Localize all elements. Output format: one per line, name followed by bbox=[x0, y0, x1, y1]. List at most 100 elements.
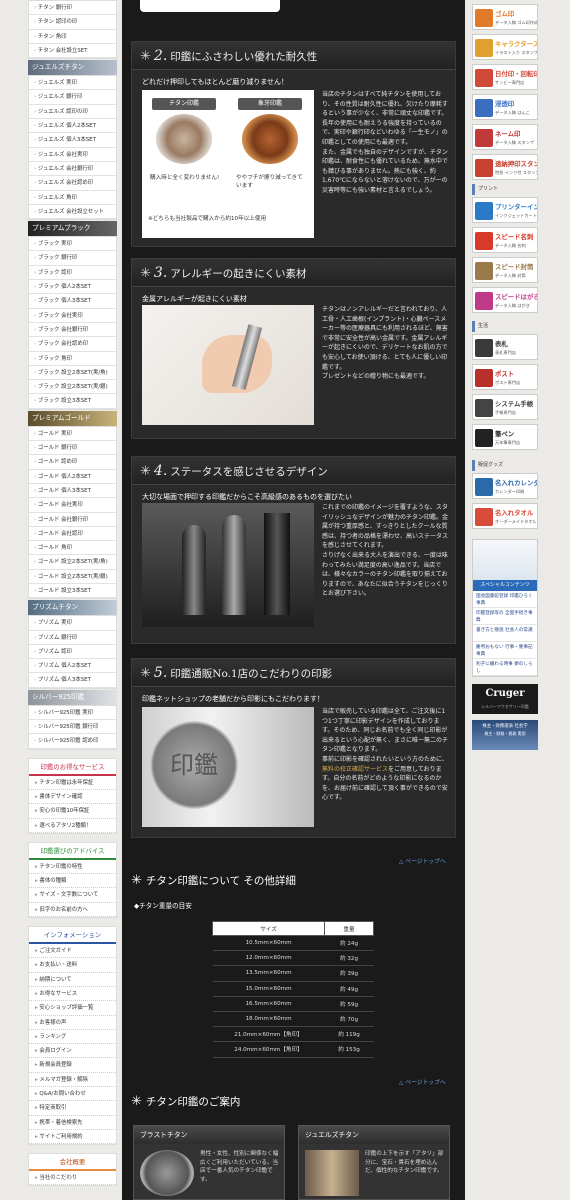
nav-box-item[interactable]: チタン印鑑は永年保証 bbox=[29, 776, 116, 790]
nav-item[interactable]: ゴールド 認め印 bbox=[29, 455, 116, 470]
nav-box-item[interactable]: 安心の印鑑10年保証 bbox=[29, 804, 116, 819]
nav-group-header[interactable]: ジュエルズチタン bbox=[28, 60, 117, 76]
special-item[interactable]: 国会図書館登録 印鑑ひろく事典 bbox=[473, 591, 537, 608]
nav-item[interactable]: ゴールド 会社実印 bbox=[29, 498, 116, 513]
side-banner[interactable]: 名入れタオル オーダーメイドタオル bbox=[472, 503, 538, 529]
side-banner[interactable]: 日付印・回転印 サンビー専門店 bbox=[472, 64, 538, 90]
nav-box-item[interactable]: お得なサービス bbox=[29, 987, 116, 1002]
nav-item[interactable]: チタン 角印 bbox=[29, 30, 116, 44]
nav-item[interactable]: ジュエルズ 銀行印 bbox=[29, 90, 116, 105]
nav-box-item[interactable]: お支払い・送料 bbox=[29, 958, 116, 973]
side-banner[interactable]: 表札 表札専門店 bbox=[472, 334, 538, 360]
nav-box-item[interactable]: 旧字のお名前の方へ bbox=[29, 903, 116, 918]
nav-item[interactable]: ジュエルズ 認印の印 bbox=[29, 105, 116, 120]
nav-item[interactable]: ゴールド 実印 bbox=[29, 427, 116, 442]
page-top-link[interactable]: △ ページトップへ bbox=[399, 856, 446, 865]
nav-item[interactable]: ジュエルズ 会社銀行印 bbox=[29, 162, 116, 177]
nav-group-header[interactable]: シルバー925印鑑 bbox=[28, 689, 117, 705]
nav-item[interactable]: シルバー925印鑑 実印 bbox=[29, 706, 116, 721]
nav-item[interactable]: ブラック 会社実印 bbox=[29, 309, 116, 323]
side-banner[interactable]: 浸透印 データ入稿 はんこ bbox=[472, 94, 538, 120]
side-banner[interactable]: スピード名刺 データ入稿 名刺 bbox=[472, 227, 538, 253]
product-card-blast[interactable]: ブラストチタン 男性・女性、性別に関係なく幅広くご利用いただいている。当店で一番… bbox=[133, 1125, 285, 1200]
nav-item[interactable]: チタン 会社設立SET bbox=[29, 44, 116, 59]
nav-item[interactable]: ジュエルズ 個人2本SET bbox=[29, 119, 116, 134]
nav-item[interactable]: ブラック 設立2本SET(実/角) bbox=[29, 366, 116, 381]
nav-box-item[interactable]: 書体デザイン確認 bbox=[29, 790, 116, 805]
side-banner[interactable]: ポスト ポスト専門店 bbox=[472, 364, 538, 390]
nav-item[interactable]: ブラック 個人3本SET bbox=[29, 294, 116, 309]
nav-box-item[interactable]: お客様の声 bbox=[29, 1016, 116, 1030]
side-banner[interactable]: キャラクタースタンプイラスト入り スタンプ bbox=[472, 34, 538, 60]
side-banner[interactable]: 筆ペン 万年筆専門店 bbox=[472, 424, 538, 450]
nav-item[interactable]: ブラック 個人2本SET bbox=[29, 280, 116, 295]
nav-item[interactable]: ブラック 設立2本SET(実/銀) bbox=[29, 380, 116, 395]
nav-item[interactable]: ブラック 角印 bbox=[29, 352, 116, 366]
nav-item[interactable]: ブラック 実印 bbox=[29, 237, 116, 252]
side-banner[interactable]: プリンターインクインクジェットカートリッジ bbox=[472, 197, 538, 223]
nav-item[interactable]: チタン 認印の印 bbox=[29, 15, 116, 30]
special-item[interactable]: 慶弔おもない 行事・催事記事典 bbox=[473, 642, 537, 659]
nav-box-item[interactable]: 当社のこだわり bbox=[29, 1171, 116, 1186]
nav-box-item[interactable]: 書体の種類 bbox=[29, 874, 116, 889]
nav-item[interactable]: ブラック 会社認め印 bbox=[29, 337, 116, 352]
nav-item[interactable]: ジュエルズ 個人3本SET bbox=[29, 133, 116, 148]
proof-service-link[interactable]: 無料の校正確認サービス bbox=[322, 766, 388, 773]
side-banner[interactable]: システム手帳 手帳専門店 bbox=[472, 394, 538, 420]
finance-banner[interactable]: 株主・財務諸表 社長学 株主・財務・税務 実用 bbox=[472, 720, 538, 750]
nav-item[interactable]: ゴールド 設立3本SET bbox=[29, 584, 116, 599]
nav-item[interactable]: ジュエルズ 実印 bbox=[29, 76, 116, 91]
nav-item[interactable]: ゴールド 設立2本SET(実/銀) bbox=[29, 570, 116, 584]
nav-box-item[interactable]: 選べるアタリ2種類！ bbox=[29, 819, 116, 833]
nav-box-item[interactable]: ご注文ガイド bbox=[29, 944, 116, 959]
nav-box-item[interactable]: サイズ・文字数について bbox=[29, 888, 116, 903]
nav-item[interactable]: プリズム 認印 bbox=[29, 645, 116, 660]
nav-item[interactable]: ゴールド 会社銀行印 bbox=[29, 513, 116, 527]
nav-item[interactable]: プリズム 個人3本SET bbox=[29, 673, 116, 688]
special-item[interactable]: 印鑑登録等の 全国手続き事典 bbox=[473, 608, 537, 625]
side-banner[interactable]: スピード封筒 データ入稿 封筒 bbox=[472, 257, 538, 283]
side-banner[interactable]: ゴム印 データ入稿 ゴム印作成 bbox=[472, 4, 538, 30]
nav-box-item[interactable]: チタン印鑑の特性 bbox=[29, 860, 116, 875]
nav-item[interactable]: プリズム 個人2本SET bbox=[29, 659, 116, 674]
side-banner[interactable]: 速納押印スタンプ特急 インク付 スタンプ bbox=[472, 154, 538, 180]
nav-group-header[interactable]: プレミアムゴールド bbox=[28, 410, 117, 426]
nav-box-item[interactable]: 新規会員登録 bbox=[29, 1058, 116, 1073]
nav-item[interactable]: ゴールド 銀行印 bbox=[29, 441, 116, 456]
special-item[interactable]: 利子に纏わる時事 夢のしらし bbox=[473, 659, 537, 676]
nav-item[interactable]: ブラック 設立3本SET bbox=[29, 394, 116, 409]
nav-group-header[interactable]: プレミアムブラック bbox=[28, 221, 117, 237]
nav-item[interactable]: ブラック 認印 bbox=[29, 266, 116, 281]
page-top-link[interactable]: △ ページトップへ bbox=[399, 1077, 446, 1086]
nav-box-item[interactable]: Q&A/お問い合わせ bbox=[29, 1087, 116, 1102]
nav-item[interactable]: ゴールド 会社認印 bbox=[29, 527, 116, 542]
nav-item[interactable]: シルバー925印鑑 銀行印 bbox=[29, 720, 116, 735]
nav-box-item[interactable]: サイトご利用規約 bbox=[29, 1130, 116, 1145]
nav-box-item[interactable]: 会員ログイン bbox=[29, 1044, 116, 1059]
nav-item[interactable]: ゴールド 個人3本SET bbox=[29, 484, 116, 499]
side-banner[interactable]: スピードはがき データ入稿 はがき bbox=[472, 287, 538, 313]
nav-item[interactable]: ゴールド 角印 bbox=[29, 541, 116, 556]
nav-box-item[interactable]: メルマガ登録・解除 bbox=[29, 1073, 116, 1087]
side-banner[interactable]: ネーム印 データ入稿 スタンプ bbox=[472, 124, 538, 150]
cruger-banner[interactable]: Cruger シルバーアクセサリー印鑑 bbox=[472, 684, 538, 714]
nav-box-item[interactable]: 納期について bbox=[29, 973, 116, 987]
special-item[interactable]: 書き方と敬語 社会人の常識 bbox=[473, 625, 537, 642]
nav-item[interactable]: プリズム 銀行印 bbox=[29, 631, 116, 645]
nav-item[interactable]: ゴールド 設立2本SET(実/角) bbox=[29, 555, 116, 570]
nav-item[interactable]: ブラック 銀行印 bbox=[29, 251, 116, 266]
nav-item[interactable]: ジュエルズ 角印 bbox=[29, 191, 116, 205]
product-card-jewels[interactable]: ジュエルズチタン 印鑑の上下を示す「アタリ」部分に、宝石・貴石を埋め込んだ、個性… bbox=[298, 1125, 450, 1200]
nav-box-item[interactable]: ランキング bbox=[29, 1030, 116, 1045]
nav-box-item[interactable]: 携帯・着信検索先 bbox=[29, 1116, 116, 1130]
nav-item[interactable]: ジュエルズ 会社認め印 bbox=[29, 176, 116, 191]
nav-item[interactable]: シルバー925印鑑 認め印 bbox=[29, 734, 116, 749]
side-banner[interactable]: 名入れカレンダーカレンダー印刷 bbox=[472, 473, 538, 499]
nav-item[interactable]: ジュエルズ 会社設立セット bbox=[29, 205, 116, 220]
nav-box-item[interactable]: 安心ショップ評価一覧 bbox=[29, 1001, 116, 1016]
nav-item[interactable]: ゴールド 個人2本SET bbox=[29, 470, 116, 484]
nav-item[interactable]: チタン 銀行印 bbox=[29, 1, 116, 16]
nav-item[interactable]: ジュエルズ 会社実印 bbox=[29, 148, 116, 162]
nav-box-item[interactable]: 特定商取引 bbox=[29, 1101, 116, 1116]
nav-item[interactable]: ブラック 会社銀行印 bbox=[29, 323, 116, 338]
